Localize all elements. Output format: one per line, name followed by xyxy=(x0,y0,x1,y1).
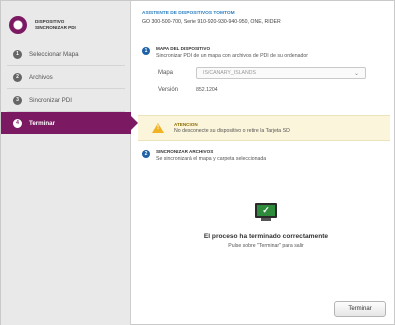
nav-item-label: Seleccionar Mapa xyxy=(29,50,79,58)
main-panel: ASISTENTE DE DISPOSITIVOS TOMTOM GO 300-… xyxy=(132,1,394,324)
nav-item-label: Archivos xyxy=(29,73,53,81)
completion-title: El proceso ha terminado correctamente xyxy=(203,233,329,240)
map-field: Mapa IS/CANARY_ISLANDS ⌄ xyxy=(158,67,390,79)
warning-text: No desconecte su dispositivo o retire la… xyxy=(174,128,290,134)
success-monitor-icon: ✓ xyxy=(255,203,277,221)
sidebar: DISPOSITIVO SINCRONIZAR PDI 1 Selecciona… xyxy=(1,1,138,325)
warning-title: ATENCION xyxy=(174,122,198,127)
nav-item-sincronizar-pdi[interactable]: 3 Sincronizar PDI xyxy=(1,89,131,111)
page-header: ASISTENTE DE DISPOSITIVOS TOMTOM GO 300-… xyxy=(142,11,390,25)
completion-message: ✓ El proceso ha terminado correctamente … xyxy=(142,203,390,249)
step-number-1: 1 xyxy=(13,49,22,59)
section-number-2: 2 xyxy=(142,150,150,158)
warning-banner: ! ATENCION No desconecte su dispositivo … xyxy=(138,115,390,141)
step-number-3: 3 xyxy=(13,95,22,105)
completion-subtitle: Pulse sobre "Terminar" para salir xyxy=(228,243,304,249)
section-number-1: 1 xyxy=(142,47,150,55)
nav-item-seleccionar-mapa[interactable]: 1 Seleccionar Mapa xyxy=(1,43,131,65)
app-window: DISPOSITIVO SINCRONIZAR PDI 1 Selecciona… xyxy=(0,0,395,325)
nav-item-archivos[interactable]: 2 Archivos xyxy=(1,66,131,88)
map-select-value: IS/CANARY_ISLANDS xyxy=(203,70,256,76)
brand-line-2: SINCRONIZAR PDI xyxy=(35,25,76,30)
nav-item-label: Sincronizar PDI xyxy=(29,96,72,104)
page-title: ASISTENTE DE DISPOSITIVOS TOMTOM xyxy=(142,11,235,16)
nav-item-label: Terminar xyxy=(29,119,56,127)
nav-item-terminar[interactable]: 4 Terminar xyxy=(1,112,138,134)
section-description: Sincronizar PDI de un mapa con archivos … xyxy=(156,53,308,59)
section-title: MAPA DEL DISPOSITIVO xyxy=(156,46,211,51)
map-label: Mapa xyxy=(158,70,174,76)
app-logo-icon xyxy=(9,16,27,34)
version-value: 852.1204 xyxy=(196,87,218,93)
sync-files-section: 2 SINCRONIZAR ARCHIVOS Se sincronizará e… xyxy=(142,149,390,162)
brand-title: DISPOSITIVO SINCRONIZAR PDI xyxy=(35,19,76,31)
device-map-section: 1 MAPA DEL DISPOSITIVO Sincronizar PDI d… xyxy=(142,46,390,93)
section-description: Se sincronizará el mapa y carpeta selecc… xyxy=(156,156,267,162)
chevron-down-icon: ⌄ xyxy=(353,70,359,77)
section-header: 2 SINCRONIZAR ARCHIVOS Se sincronizará e… xyxy=(142,149,390,162)
version-field: Versión 852.1204 xyxy=(158,87,390,93)
finish-button[interactable]: Terminar xyxy=(334,301,386,317)
step-nav: 1 Seleccionar Mapa 2 Archivos 3 Sincroni… xyxy=(1,43,138,134)
step-number-4: 4 xyxy=(13,118,22,128)
page-subtitle: GO 300-500-700, Serie 910-920-930-940-95… xyxy=(142,19,281,25)
step-number-2: 2 xyxy=(13,72,22,82)
brand: DISPOSITIVO SINCRONIZAR PDI xyxy=(9,11,127,39)
warning-icon: ! xyxy=(152,123,164,133)
map-select[interactable]: IS/CANARY_ISLANDS ⌄ xyxy=(196,67,366,79)
version-label: Versión xyxy=(158,87,179,93)
section-header: 1 MAPA DEL DISPOSITIVO Sincronizar PDI d… xyxy=(142,46,390,59)
section-title: SINCRONIZAR ARCHIVOS xyxy=(156,149,214,154)
